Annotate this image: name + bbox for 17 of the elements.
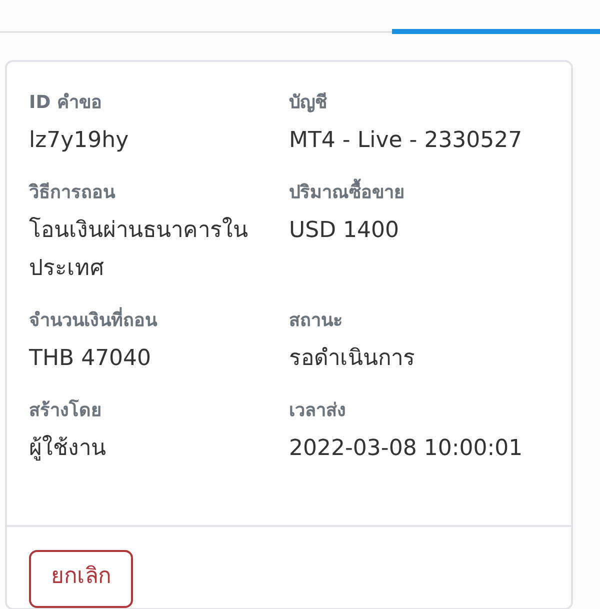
field-label: จำนวนเงินที่ถอน	[29, 306, 289, 336]
field-label: ปริมาณซื้อขาย	[289, 178, 551, 208]
field-label: เวลาส่ง	[289, 399, 347, 423]
field-value: โอนเงินผ่านธนาคารในประเทศ	[29, 216, 249, 283]
field-label: สร้างโดย	[29, 398, 103, 423]
field-label: สถานะ	[289, 309, 344, 333]
field-label: ID คำขอ	[29, 91, 103, 115]
field-value: lz7y19hy	[29, 127, 130, 155]
field-value: USD 1400	[289, 217, 400, 245]
field-value: 2022-03-08 10:00:01	[289, 435, 524, 463]
field-value: MT4 - Live - 2330527	[289, 127, 524, 155]
field-value: THB 47040	[29, 345, 152, 373]
field-value: รอดำเนินการ	[289, 345, 416, 373]
field-value: ผู้ใช้งาน	[29, 434, 107, 463]
field-label: บัญชี	[289, 91, 328, 115]
cancel-button[interactable]: ยกเลิก	[29, 550, 133, 608]
field-label: วิธีการถอน	[29, 181, 116, 205]
